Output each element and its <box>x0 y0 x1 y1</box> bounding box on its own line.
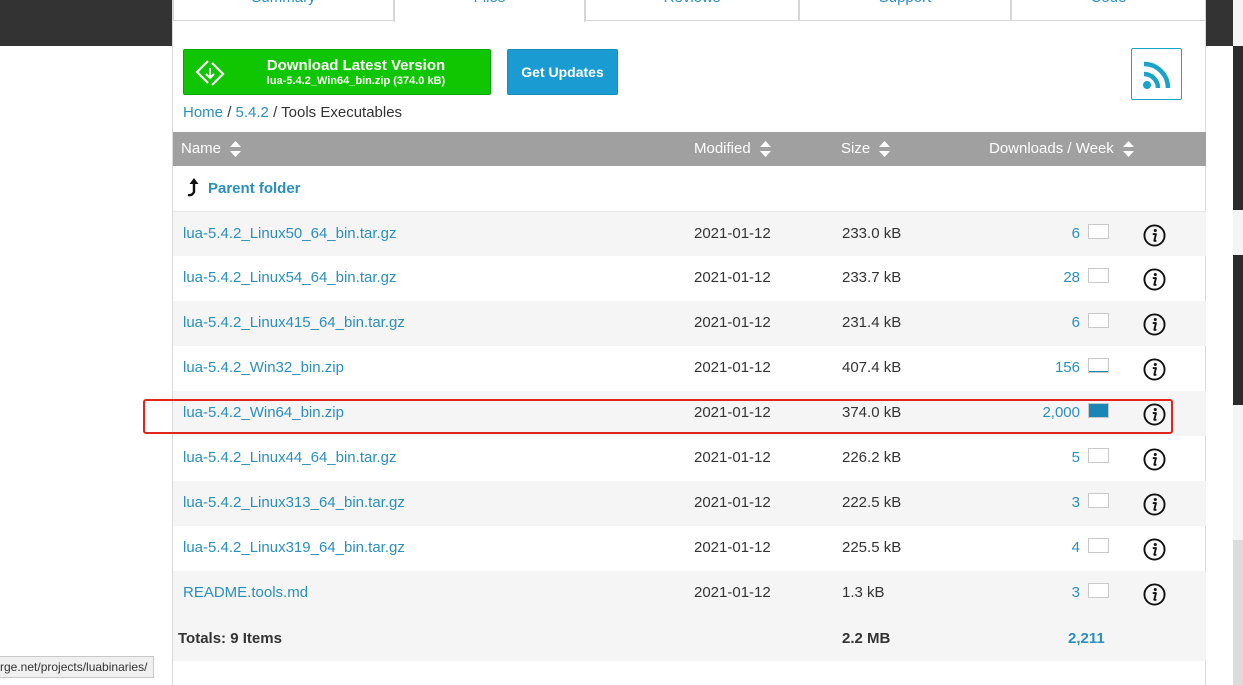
totals-label: Totals: 9 Items <box>178 630 282 647</box>
info-icon[interactable] <box>1143 313 1166 336</box>
file-modified: 2021-01-12 <box>694 539 771 556</box>
file-modified: 2021-01-12 <box>694 584 771 601</box>
download-sparkline[interactable] <box>1088 268 1109 283</box>
file-modified: 2021-01-12 <box>694 314 771 331</box>
column-header-downloads[interactable]: Downloads / Week <box>989 140 1134 158</box>
highlight-box <box>143 399 1173 434</box>
file-downloads-link[interactable]: 3 <box>1072 494 1080 511</box>
column-header-size[interactable]: Size <box>841 140 891 158</box>
parent-folder-arrow-icon <box>187 178 199 197</box>
download-file-info: lua-5.4.2_Win64_bin.zip (374.0 kB) <box>266 75 446 87</box>
table-row: lua-5.4.2_Linux313_64_bin.tar.gz 2021-01… <box>173 481 1206 526</box>
parent-folder-row[interactable]: Parent folder <box>173 166 1206 211</box>
totals-row: Totals: 9 Items 2.2 MB 2,211 <box>173 616 1206 661</box>
table-row: lua-5.4.2_Linux44_64_bin.tar.gz 2021-01-… <box>173 436 1206 481</box>
breadcrumb-home-link[interactable]: Home <box>183 104 223 121</box>
sourceforge-logo-icon <box>195 60 225 86</box>
right-strip-block <box>1233 540 1243 685</box>
download-sparkline[interactable] <box>1088 448 1109 463</box>
file-name-link[interactable]: lua-5.4.2_Linux415_64_bin.tar.gz <box>183 314 405 331</box>
column-header-name[interactable]: Name <box>181 140 242 158</box>
files-panel: Summary Files Reviews Support Code Downl… <box>172 0 1206 685</box>
file-downloads-link[interactable]: 28 <box>1063 269 1080 286</box>
sort-icon <box>230 141 242 158</box>
download-sparkline[interactable] <box>1088 224 1109 239</box>
file-size: 225.5 kB <box>842 539 902 556</box>
file-name-link[interactable]: lua-5.4.2_Linux44_64_bin.tar.gz <box>183 449 397 466</box>
files-table-header: Name Modified Size Downloads / Week <box>173 132 1206 166</box>
tab-support[interactable]: Support <box>799 0 1011 21</box>
file-name-link[interactable]: lua-5.4.2_Linux313_64_bin.tar.gz <box>183 494 405 511</box>
file-modified: 2021-01-12 <box>694 449 771 466</box>
rss-feed-icon <box>1143 61 1171 89</box>
table-row: lua-5.4.2_Linux415_64_bin.tar.gz 2021-01… <box>173 301 1206 346</box>
file-name-link[interactable]: lua-5.4.2_Win32_bin.zip <box>183 359 344 376</box>
get-updates-button[interactable]: Get Updates <box>507 49 618 95</box>
download-sparkline[interactable] <box>1088 493 1109 508</box>
info-icon[interactable] <box>1143 448 1166 471</box>
file-downloads-link[interactable]: 4 <box>1072 539 1080 556</box>
table-row: README.tools.md 2021-01-12 1.3 kB 3 <box>173 571 1206 616</box>
right-strip-block <box>1233 46 1243 210</box>
project-tabs: Summary Files Reviews Support Code <box>173 0 1206 22</box>
breadcrumb-current: Tools Executables <box>281 104 403 121</box>
column-header-modified[interactable]: Modified <box>694 140 771 158</box>
file-name-link[interactable]: lua-5.4.2_Linux319_64_bin.tar.gz <box>183 539 405 556</box>
table-row: lua-5.4.2_Linux54_64_bin.tar.gz 2021-01-… <box>173 256 1206 301</box>
file-size: 233.0 kB <box>842 225 902 242</box>
tab-files[interactable]: Files <box>394 0 585 22</box>
file-downloads-link[interactable]: 5 <box>1072 449 1080 466</box>
tab-reviews[interactable]: Reviews <box>585 0 799 21</box>
file-downloads-link[interactable]: 6 <box>1072 225 1080 242</box>
file-size: 231.4 kB <box>842 314 902 331</box>
file-size: 233.7 kB <box>842 269 902 286</box>
file-downloads-link[interactable]: 3 <box>1072 584 1080 601</box>
file-modified: 2021-01-12 <box>694 225 771 242</box>
download-sparkline[interactable] <box>1088 358 1109 373</box>
file-modified: 2021-01-12 <box>694 359 771 376</box>
file-size: 226.2 kB <box>842 449 902 466</box>
info-icon[interactable] <box>1143 538 1166 561</box>
file-downloads-link[interactable]: 156 <box>1055 359 1080 376</box>
table-row: lua-5.4.2_Win32_bin.zip 2021-01-12 407.4… <box>173 346 1206 391</box>
right-strip-block <box>1233 255 1243 405</box>
tab-code[interactable]: Code <box>1011 0 1206 21</box>
download-sparkline[interactable] <box>1088 538 1109 553</box>
breadcrumb-separator: / <box>273 104 278 121</box>
breadcrumb-separator: / <box>227 104 232 121</box>
file-name-link[interactable]: README.tools.md <box>183 584 308 601</box>
file-size: 1.3 kB <box>842 584 885 601</box>
info-icon[interactable] <box>1143 268 1166 291</box>
right-edge-strip <box>1233 0 1243 685</box>
status-bar-url: rge.net/projects/luabinaries/ <box>0 656 155 678</box>
file-modified: 2021-01-12 <box>694 494 771 511</box>
download-title: Download Latest Version <box>266 57 446 74</box>
rss-feed-button[interactable] <box>1131 48 1182 100</box>
file-size: 222.5 kB <box>842 494 902 511</box>
info-icon[interactable] <box>1143 224 1166 247</box>
file-size: 407.4 kB <box>842 359 902 376</box>
file-name-link[interactable]: lua-5.4.2_Linux50_64_bin.tar.gz <box>183 225 397 242</box>
sort-icon <box>759 141 771 158</box>
totals-downloads: 2,211 <box>1068 630 1105 647</box>
tab-summary[interactable]: Summary <box>173 0 394 21</box>
totals-size: 2.2 MB <box>842 630 891 647</box>
download-sparkline[interactable] <box>1088 583 1109 598</box>
breadcrumb-version-link[interactable]: 5.4.2 <box>236 104 269 121</box>
file-modified: 2021-01-12 <box>694 269 771 286</box>
download-sparkline[interactable] <box>1088 313 1109 328</box>
info-icon[interactable] <box>1143 583 1166 606</box>
sort-icon <box>879 141 891 158</box>
parent-folder-link[interactable]: Parent folder <box>208 180 301 197</box>
file-name-link[interactable]: lua-5.4.2_Linux54_64_bin.tar.gz <box>183 269 397 286</box>
info-icon[interactable] <box>1143 358 1166 381</box>
table-row: lua-5.4.2_Linux319_64_bin.tar.gz 2021-01… <box>173 526 1206 571</box>
sort-icon <box>1122 141 1134 158</box>
breadcrumb: Home / 5.4.2 / Tools Executables <box>183 104 402 121</box>
file-downloads-link[interactable]: 6 <box>1072 314 1080 331</box>
table-row: lua-5.4.2_Linux50_64_bin.tar.gz 2021-01-… <box>173 211 1206 256</box>
download-latest-button[interactable]: Download Latest Version lua-5.4.2_Win64_… <box>183 49 491 95</box>
info-icon[interactable] <box>1143 493 1166 516</box>
